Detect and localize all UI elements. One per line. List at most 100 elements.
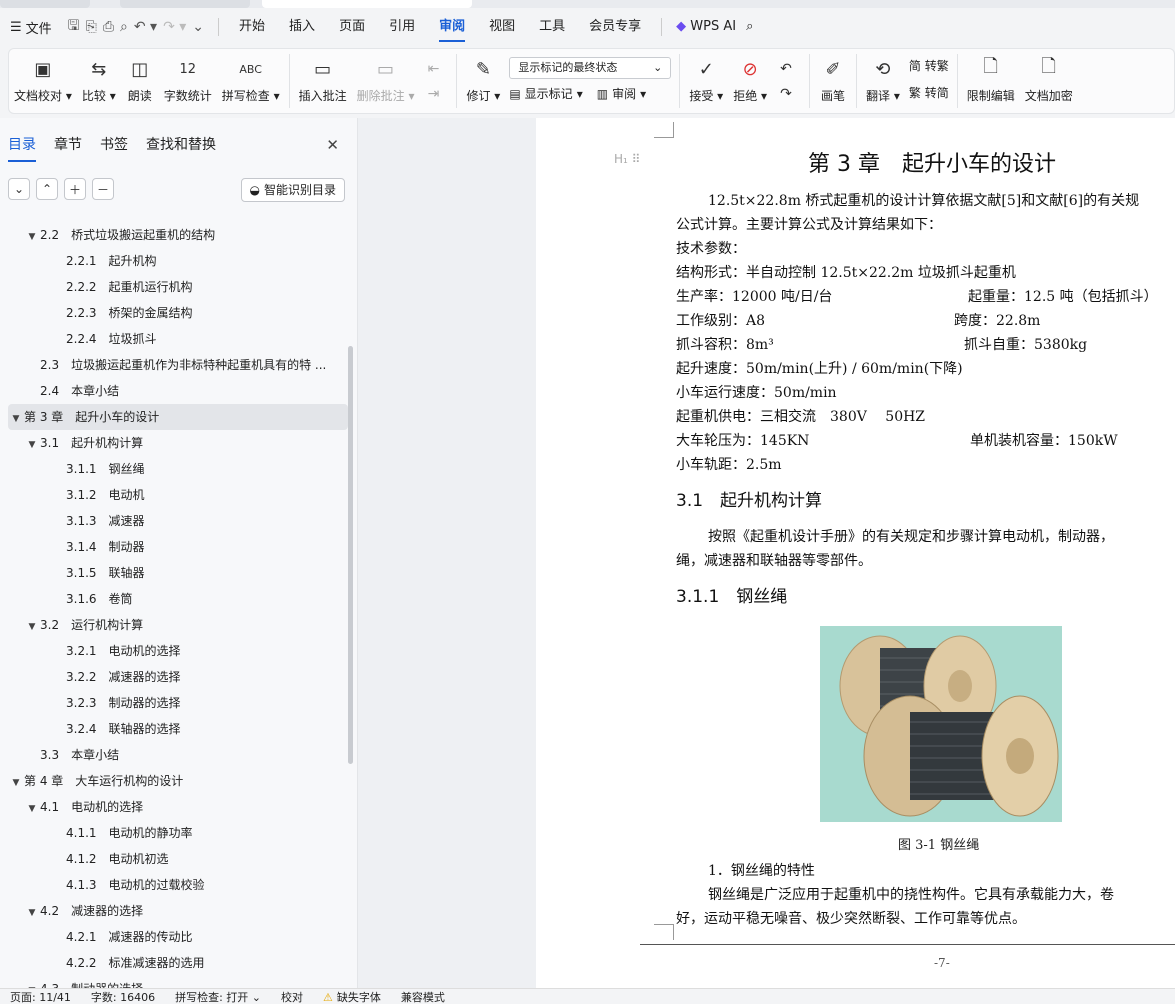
save-icon[interactable]: 🖫	[68, 15, 80, 39]
tab-bookmarks[interactable]: 书签	[100, 134, 128, 154]
more-chevron-icon[interactable]: ⌄	[192, 19, 204, 35]
toc-item[interactable]: 2.4 本章小结	[8, 378, 348, 404]
status-spell-check[interactable]: 拼写检查: 打开 ⌄	[165, 989, 271, 1004]
smart-toc-button[interactable]: ◒ 智能识别目录	[240, 178, 345, 202]
toc-item[interactable]: 4.2.1 减速器的传动比	[8, 924, 348, 950]
collapse-triangle-icon[interactable]: ▼	[8, 406, 24, 430]
status-word-count[interactable]: 字数: 16406	[81, 989, 165, 1004]
expand-up-button[interactable]: ⌃	[36, 178, 58, 200]
delete-comment-button[interactable]: ▭ 删除批注 ▾	[352, 49, 420, 113]
print-icon[interactable]: ⎙	[103, 19, 114, 35]
print-preview-icon[interactable]: ⌕	[120, 19, 128, 35]
toc-item[interactable]: 3.1.6 卷筒	[8, 586, 348, 612]
comment-nav-button[interactable]: ⇤ ⇥	[419, 49, 452, 113]
status-proofread[interactable]: 校对	[271, 989, 313, 1004]
review-pane-button[interactable]: ▥ 审阅 ▾	[597, 85, 646, 102]
restrict-edit-button[interactable]: 🗋 限制编辑	[962, 49, 1020, 113]
toc-item[interactable]: ▼ 3.1 起升机构计算	[8, 430, 348, 456]
tab-sections[interactable]: 章节	[54, 134, 82, 154]
collapse-triangle-icon[interactable]: ▼	[24, 224, 40, 248]
collapse-triangle-icon[interactable]: ▼	[24, 978, 40, 988]
toc-item[interactable]: 3.2.4 联轴器的选择	[8, 716, 348, 742]
search-icon[interactable]: ⌕	[742, 8, 757, 46]
markup-controls: 显示标记的最终状态 ⌄ ▤ 显示标记 ▾ ▥ 审阅 ▾	[505, 49, 675, 102]
change-nav-button[interactable]: ↶ ↷	[772, 49, 805, 113]
tab-page[interactable]: 页面	[327, 8, 377, 46]
tab-view[interactable]: 视图	[477, 8, 527, 46]
toc-item[interactable]: 3.2.1 电动机的选择	[8, 638, 348, 664]
collapse-triangle-icon[interactable]: ▼	[8, 770, 24, 794]
tab-reference[interactable]: 引用	[377, 8, 427, 46]
toc-item[interactable]: 3.1.4 制动器	[8, 534, 348, 560]
next-change-icon: ↷	[780, 86, 792, 102]
translate-button[interactable]: ⟲ 翻译 ▾	[861, 49, 905, 113]
tab-tools[interactable]: 工具	[527, 8, 577, 46]
reject-button[interactable]: ⊘ 拒绝 ▾	[728, 49, 772, 113]
collapse-triangle-icon[interactable]: ▼	[24, 796, 40, 820]
toc-item[interactable]: 3.1.3 减速器	[8, 508, 348, 534]
window-tab-active[interactable]	[262, 0, 472, 8]
toc-item[interactable]: 3.3 本章小结	[8, 742, 348, 768]
add-heading-button[interactable]: ＋	[64, 178, 86, 200]
toc-item[interactable]: 4.2.2 标准减速器的选用	[8, 950, 348, 976]
status-missing-font[interactable]: ⚠ 缺失字体	[313, 989, 391, 1004]
toc-scrollbar[interactable]	[348, 346, 353, 764]
status-page[interactable]: 页面: 11/41	[0, 989, 81, 1004]
export-icon[interactable]: ⎘	[86, 19, 97, 35]
toc-item[interactable]: ▼ 第 4 章大车运行机构的设计	[8, 768, 348, 794]
redo-icon[interactable]: ↷ ▾	[163, 19, 186, 35]
toc-item[interactable]: ▼4.3制动器的选择	[8, 976, 348, 988]
toc-item[interactable]: ▼ 4.1 电动机的选择	[8, 794, 348, 820]
proofread-button[interactable]: ▣ 文档校对 ▾	[9, 49, 77, 113]
encrypt-button[interactable]: 🗋 文档加密	[1020, 49, 1078, 113]
toc-item[interactable]: 2.2.4 垃圾抓斗	[8, 326, 348, 352]
insert-comment-button[interactable]: ▭ 插入批注	[294, 49, 352, 113]
compare-button[interactable]: ⇆ 比较 ▾	[77, 49, 121, 113]
toc-item[interactable]: ▼ 3.2 运行机构计算	[8, 612, 348, 638]
toc-item[interactable]: 3.2.3 制动器的选择	[8, 690, 348, 716]
toc-item[interactable]: 4.1.2 电动机初选	[8, 846, 348, 872]
toc-item[interactable]: 3.1.5 联轴器	[8, 560, 348, 586]
show-markup-button[interactable]: ▤ 显示标记 ▾	[509, 85, 582, 102]
file-menu[interactable]: ☰ 文件	[0, 18, 62, 37]
toc-item[interactable]: ▼ 4.2 减速器的选择	[8, 898, 348, 924]
to-traditional-button[interactable]: 简 转繁	[909, 57, 949, 74]
spell-check-button[interactable]: ABC 拼写检查 ▾	[217, 49, 285, 113]
display-mode-dropdown[interactable]: 显示标记的最终状态 ⌄	[509, 57, 672, 79]
collapse-triangle-icon[interactable]: ▼	[24, 900, 40, 924]
tab-home[interactable]: 开始	[227, 8, 277, 46]
collapse-down-button[interactable]: ⌄	[8, 178, 30, 200]
wps-ai-button[interactable]: ◆ WPS AI	[670, 8, 742, 46]
tab-review[interactable]: 审阅	[427, 8, 477, 46]
window-tab[interactable]	[120, 0, 250, 8]
track-changes-button[interactable]: ✎ 修订 ▾	[461, 49, 505, 113]
toc-item[interactable]: ▼ 2.2 桥式垃圾搬运起重机的结构	[8, 222, 348, 248]
window-tab[interactable]	[0, 0, 90, 8]
collapse-triangle-icon[interactable]: ▼	[24, 432, 40, 456]
word-count-button[interactable]: 12 字数统计	[159, 49, 217, 113]
tab-member[interactable]: 会员专享	[577, 8, 653, 46]
tab-toc[interactable]: 目录	[8, 134, 36, 162]
heading-drag-handle-icon[interactable]: H₁ ⠿	[614, 152, 640, 166]
toc-item[interactable]: 2.2.1 起升机构	[8, 248, 348, 274]
read-aloud-button[interactable]: ◫ 朗读	[121, 49, 159, 113]
tab-insert[interactable]: 插入	[277, 8, 327, 46]
undo-icon[interactable]: ↶ ▾	[134, 19, 157, 35]
collapse-triangle-icon[interactable]: ▼	[24, 614, 40, 638]
toc-item[interactable]: 2.2.2 起重机运行机构	[8, 274, 348, 300]
toc-item[interactable]: 3.1.2 电动机	[8, 482, 348, 508]
toc-item[interactable]: 2.2.3 桥架的金属结构	[8, 300, 348, 326]
toc-item[interactable]: 4.1.1 电动机的静功率	[8, 820, 348, 846]
toc-item[interactable]: 2.3 垃圾搬运起重机作为非标特种起重机具有的特 ...	[8, 352, 348, 378]
to-simplified-button[interactable]: 繁 转简	[909, 84, 949, 101]
reject-label: 拒绝	[733, 89, 758, 103]
toc-item[interactable]: 3.1.1 钢丝绳	[8, 456, 348, 482]
accept-button[interactable]: ✓ 接受 ▾	[684, 49, 728, 113]
toc-item[interactable]: 4.1.3 电动机的过载校验	[8, 872, 348, 898]
toc-item[interactable]: ▼ 第 3 章起升小车的设计	[8, 404, 348, 430]
close-icon[interactable]: ✕	[326, 136, 339, 154]
remove-heading-button[interactable]: －	[92, 178, 114, 200]
toc-item[interactable]: 3.2.2 减速器的选择	[8, 664, 348, 690]
tab-find-replace[interactable]: 查找和替换	[146, 134, 216, 154]
pen-button[interactable]: ✐ 画笔	[814, 49, 852, 113]
